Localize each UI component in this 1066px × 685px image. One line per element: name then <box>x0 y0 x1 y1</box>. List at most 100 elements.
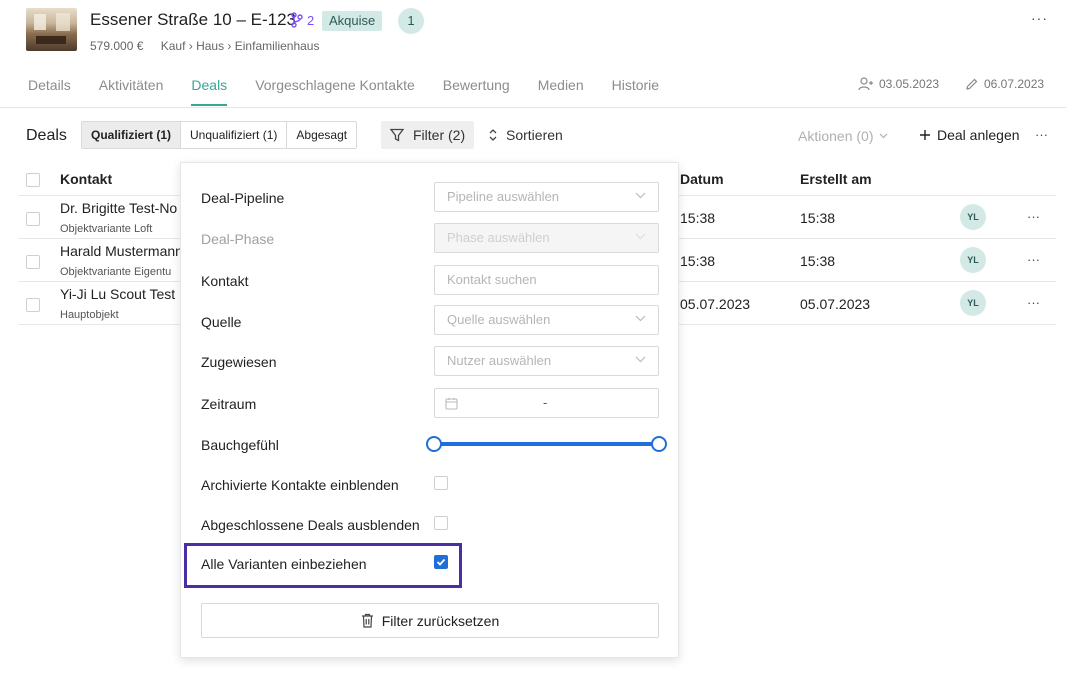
tab-details[interactable]: Details <box>28 76 71 106</box>
add-deal-button[interactable]: Deal anlegen <box>919 127 1020 143</box>
chevron-down-icon <box>880 133 888 139</box>
actions-dropdown[interactable]: Aktionen (0) <box>798 128 888 144</box>
tab-aktivitaeten[interactable]: Aktivitäten <box>99 76 164 106</box>
row-date: 15:38 <box>680 253 716 269</box>
closed-deals-checkbox[interactable] <box>434 516 448 530</box>
toolbar-more-button[interactable]: ··· <box>1035 127 1048 142</box>
segment-qualifiziert[interactable]: Qualifiziert (1) <box>82 122 182 148</box>
column-header-date[interactable]: Datum <box>680 171 724 187</box>
created-date: 03.05.2023 <box>879 77 940 91</box>
deals-title: Deals <box>26 127 67 144</box>
count-badge[interactable]: 1 <box>398 8 424 34</box>
chevron-down-icon <box>635 315 646 322</box>
reset-filter-label: Filter zurücksetzen <box>381 612 500 629</box>
avatar[interactable]: YL <box>960 290 986 316</box>
phase-select[interactable]: Phase auswählen <box>434 223 659 253</box>
plus-icon <box>920 130 930 140</box>
property-price: 579.000 € <box>90 39 144 53</box>
gut-feeling-slider-min-handle[interactable] <box>426 436 442 452</box>
assigned-placeholder: Nutzer auswählen <box>447 353 552 368</box>
archived-contacts-checkbox[interactable] <box>434 476 448 490</box>
filter-label-assigned: Zugewiesen <box>201 354 277 370</box>
property-breadcrumb: Kauf › Haus › Einfamilienhaus <box>160 39 320 53</box>
filter-label: Filter (2) <box>413 127 466 143</box>
select-all-checkbox[interactable] <box>26 173 40 187</box>
row-created: 05.07.2023 <box>800 296 871 312</box>
row-more-button[interactable]: ··· <box>1027 295 1040 310</box>
filter-popover: Deal-Pipeline Pipeline auswählen Deal-Ph… <box>180 162 679 658</box>
trash-icon <box>361 613 373 628</box>
contact-placeholder: Kontakt suchen <box>447 272 537 287</box>
row-contact-sub: Objektvariante Loft <box>60 223 153 235</box>
column-header-created[interactable]: Erstellt am <box>800 171 872 187</box>
source-placeholder: Quelle auswählen <box>447 312 551 327</box>
filter-label-closed: Abgeschlossene Deals ausblenden <box>201 517 420 533</box>
avatar[interactable]: YL <box>960 204 986 230</box>
chevron-down-icon <box>635 192 646 199</box>
source-select[interactable]: Quelle auswählen <box>434 305 659 335</box>
segment-unqualifiziert[interactable]: Unqualifiziert (1) <box>181 122 288 148</box>
pencil-icon <box>966 78 978 90</box>
filter-label-gut-feeling: Bauchgefühl <box>201 437 279 453</box>
avatar[interactable]: YL <box>960 247 986 273</box>
filter-label-phase: Deal-Phase <box>201 231 275 247</box>
tab-bar: Details Aktivitäten Deals Vorgeschlagene… <box>28 76 687 106</box>
deal-status-segment: Qualifiziert (1) Unqualifiziert (1) Abge… <box>81 121 358 149</box>
reset-filter-button[interactable]: Filter zurücksetzen <box>201 603 659 638</box>
edited-date: 06.07.2023 <box>984 77 1045 91</box>
filter-label-source: Quelle <box>201 314 242 330</box>
header-more-button[interactable]: ··· <box>1031 10 1048 26</box>
tab-divider <box>0 107 1066 108</box>
filter-icon <box>389 128 405 142</box>
contact-search-input[interactable]: Kontakt suchen <box>434 265 659 295</box>
variants-count: 2 <box>307 12 315 28</box>
property-title: Essener Straße 10 – E-123 <box>90 10 297 29</box>
row-created: 15:38 <box>800 210 836 226</box>
row-date: 05.07.2023 <box>680 296 751 312</box>
row-contact-name[interactable]: Yi-Ji Lu Scout Test <box>60 286 175 302</box>
gut-feeling-slider-track[interactable] <box>434 442 659 446</box>
tab-bewertung[interactable]: Bewertung <box>443 76 510 106</box>
filter-label-pipeline: Deal-Pipeline <box>201 190 285 206</box>
sort-button[interactable]: Sortieren <box>488 121 563 149</box>
date-range-separator: - <box>543 395 548 410</box>
actions-label: Aktionen (0) <box>798 128 874 144</box>
filter-button[interactable]: Filter (2) <box>381 121 475 149</box>
property-thumbnail[interactable] <box>26 8 77 51</box>
row-contact-sub: Objektvariante Eigentu <box>60 266 172 278</box>
filter-label-all-variants: Alle Varianten einbeziehen <box>201 556 367 572</box>
tab-medien[interactable]: Medien <box>538 76 584 106</box>
row-created: 15:38 <box>800 253 836 269</box>
git-branch-icon <box>291 12 303 28</box>
sort-icon <box>489 129 497 141</box>
status-badge: Akquise <box>322 11 383 31</box>
tab-vorgeschlagene-kontakte[interactable]: Vorgeschlagene Kontakte <box>255 76 415 106</box>
assigned-select[interactable]: Nutzer auswählen <box>434 346 659 376</box>
edited-meta: 06.07.2023 <box>965 77 1044 91</box>
row-contact-name[interactable]: Harald Mustermann <box>60 243 183 259</box>
date-range-picker[interactable]: - <box>434 388 659 418</box>
calendar-icon <box>445 398 458 410</box>
segment-abgesagt[interactable]: Abgesagt <box>287 122 356 148</box>
add-deal-label: Deal anlegen <box>937 127 1020 143</box>
checkmark-icon <box>436 558 446 566</box>
tab-historie[interactable]: Historie <box>612 76 659 106</box>
tab-deals[interactable]: Deals <box>191 76 228 106</box>
phase-placeholder: Phase auswählen <box>447 230 550 245</box>
row-checkbox[interactable] <box>26 298 40 312</box>
row-contact-name[interactable]: Dr. Brigitte Test-No <box>60 200 177 216</box>
row-more-button[interactable]: ··· <box>1027 252 1040 267</box>
variants-indicator[interactable]: 2 <box>290 12 314 28</box>
property-subline: 579.000 € Kauf › Haus › Einfamilienhaus <box>90 39 319 53</box>
gut-feeling-slider-max-handle[interactable] <box>651 436 667 452</box>
column-header-contact[interactable]: Kontakt <box>60 171 112 187</box>
pipeline-select[interactable]: Pipeline auswählen <box>434 182 659 212</box>
filter-label-contact: Kontakt <box>201 273 249 289</box>
row-checkbox[interactable] <box>26 212 40 226</box>
row-checkbox[interactable] <box>26 255 40 269</box>
row-contact-sub: Hauptobjekt <box>60 309 119 321</box>
chevron-down-icon <box>635 233 646 240</box>
row-more-button[interactable]: ··· <box>1027 209 1040 224</box>
filter-label-archived: Archivierte Kontakte einblenden <box>201 477 399 493</box>
all-variants-checkbox[interactable] <box>434 555 448 569</box>
